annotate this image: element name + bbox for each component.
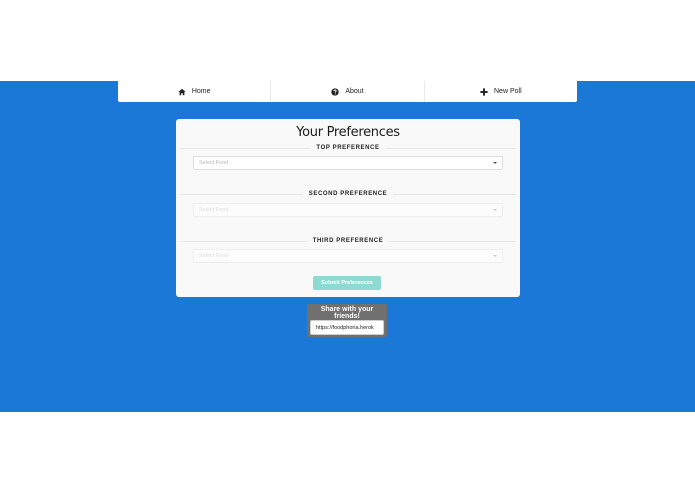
- chevron-down-icon: [493, 162, 497, 164]
- second-preference-heading: SECOND PREFERENCE: [180, 189, 516, 199]
- third-preference-heading: THIRD PREFERENCE: [180, 236, 516, 246]
- second-preference-select[interactable]: Select Food: [193, 203, 503, 217]
- nav-home[interactable]: Home: [118, 81, 272, 102]
- question-circle-icon: [331, 87, 340, 96]
- chevron-down-icon: [493, 209, 497, 211]
- top-preference-label: TOP PREFERENCE: [316, 145, 380, 151]
- home-icon: [178, 88, 186, 96]
- third-preference-placeholder: Select Food: [199, 253, 229, 259]
- top-navbar: Home About New Poll: [118, 81, 577, 102]
- share-link-field[interactable]: https://foodphoria.herok: [310, 320, 384, 335]
- top-preference-placeholder: Select Food: [199, 160, 229, 166]
- nav-new-poll[interactable]: New Poll: [425, 81, 577, 102]
- top-preference-heading: TOP PREFERENCE: [180, 143, 516, 153]
- nav-about-label: About: [345, 88, 364, 95]
- share-panel: Share with your friends! https://foodpho…: [307, 304, 387, 337]
- second-preference-label: SECOND PREFERENCE: [308, 191, 388, 197]
- top-preference-select[interactable]: Select Food: [193, 156, 503, 170]
- share-title: Share with your friends!: [320, 306, 374, 320]
- page-title: Your Preferences: [296, 125, 400, 140]
- nav-about[interactable]: About: [271, 81, 425, 102]
- second-preference-placeholder: Select Food: [199, 207, 229, 213]
- plus-icon: [480, 87, 488, 96]
- chevron-down-icon: [493, 255, 497, 257]
- nav-home-label: Home: [191, 88, 211, 95]
- submit-preferences-button[interactable]: Submit Preferences: [313, 276, 381, 290]
- nav-new-poll-label: New Poll: [494, 88, 522, 95]
- preferences-card: Your Preferences TOP PREFERENCE Select F…: [176, 119, 520, 297]
- third-preference-select[interactable]: Select Food: [193, 249, 503, 263]
- third-preference-label: THIRD PREFERENCE: [312, 238, 384, 244]
